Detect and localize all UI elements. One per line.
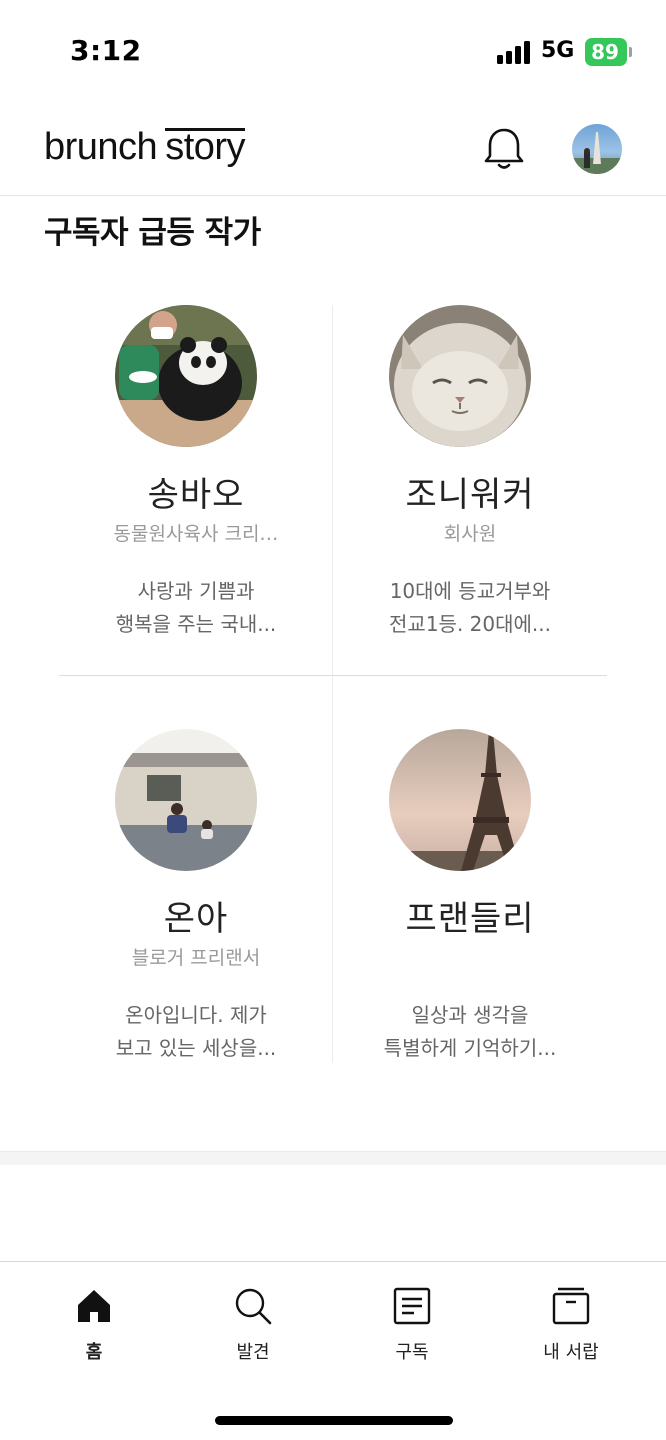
battery-level: 89 [591, 40, 619, 64]
author-description-line: 보고 있는 세상을... [115, 1036, 277, 1060]
document-icon [393, 1287, 431, 1325]
bell-icon[interactable] [482, 126, 526, 172]
author-description-line: 일상과 생각을 [411, 1003, 529, 1027]
author-description-line: 전교1등. 20대에... [389, 612, 551, 636]
author-card[interactable]: 조니워커 회사원 10대에 등교거부와 전교1등. 20대에... [333, 305, 607, 675]
status-bar: 3:12 5G 89 [0, 0, 666, 100]
user-avatar[interactable] [572, 124, 622, 174]
author-description-line: 10대에 등교거부와 [389, 579, 551, 603]
author-job: 동물원사육사 크리… [113, 523, 279, 545]
status-time: 3:12 [70, 34, 142, 67]
section-separator [0, 1151, 666, 1165]
author-name: 프랜들리 [405, 899, 535, 939]
bottom-tab-bar: 홈 발견 구독 내 서랍 [0, 1261, 666, 1440]
home-icon [78, 1290, 110, 1322]
signal-icon [497, 40, 533, 64]
network-type: 5G [541, 38, 575, 63]
author-description: 온아입니다. 제가 보고 있는 세상을... [79, 999, 313, 1065]
brunch-story-logo[interactable]: brunch story [44, 126, 246, 169]
author-grid: 송바오 동물원사육사 크리… 사랑과 기쁨과 행복을 주는 국내... 조니워커… [59, 305, 607, 1063]
author-photo [115, 305, 257, 447]
author-job: 블로거 프리랜서 [131, 947, 261, 969]
drawer-icon [552, 1287, 590, 1325]
tab-label: 구독 [395, 1342, 429, 1363]
tab-label: 내 서랍 [543, 1342, 599, 1363]
tab-label: 발견 [236, 1342, 270, 1363]
section-title: 구독자 급등 작가 [44, 215, 261, 251]
author-job: 회사원 [443, 523, 497, 545]
tab-discover[interactable]: 발견 [193, 1286, 313, 1366]
author-name: 조니워커 [405, 475, 535, 515]
battery-icon: 89 [585, 38, 627, 66]
author-photo [389, 729, 531, 871]
author-card[interactable]: 온아 블로거 프리랜서 온아입니다. 제가 보고 있는 세상을... [59, 729, 333, 1099]
author-description-line: 사랑과 기쁨과 [137, 579, 255, 603]
app-header: brunch story [0, 100, 666, 196]
author-name: 온아 [163, 899, 229, 939]
author-description: 일상과 생각을 특별하게 기억하기... [353, 999, 587, 1065]
tab-my-drawer[interactable]: 내 서랍 [511, 1286, 631, 1366]
grid-divider-horizontal [59, 675, 607, 676]
author-description-line: 행복을 주는 국내... [115, 612, 277, 636]
author-name: 송바오 [147, 475, 245, 515]
tab-home[interactable]: 홈 [34, 1286, 154, 1366]
author-card[interactable]: 송바오 동물원사육사 크리… 사랑과 기쁨과 행복을 주는 국내... [59, 305, 333, 675]
author-description: 10대에 등교거부와 전교1등. 20대에... [353, 575, 587, 641]
author-photo [389, 305, 531, 447]
author-card[interactable]: 프랜들리 일상과 생각을 특별하게 기억하기... [333, 729, 607, 1099]
author-photo [115, 729, 257, 871]
tab-subscribe[interactable]: 구독 [352, 1286, 472, 1366]
search-icon [235, 1288, 272, 1325]
author-description-line: 특별하게 기억하기... [383, 1036, 557, 1060]
battery-cap [629, 47, 632, 57]
tab-label: 홈 [85, 1342, 103, 1363]
author-description: 사랑과 기쁨과 행복을 주는 국내... [79, 575, 313, 641]
home-indicator [215, 1416, 453, 1425]
author-description-line: 온아입니다. 제가 [125, 1003, 267, 1027]
logo-story: story [165, 126, 246, 168]
logo-brunch: brunch [44, 126, 158, 168]
